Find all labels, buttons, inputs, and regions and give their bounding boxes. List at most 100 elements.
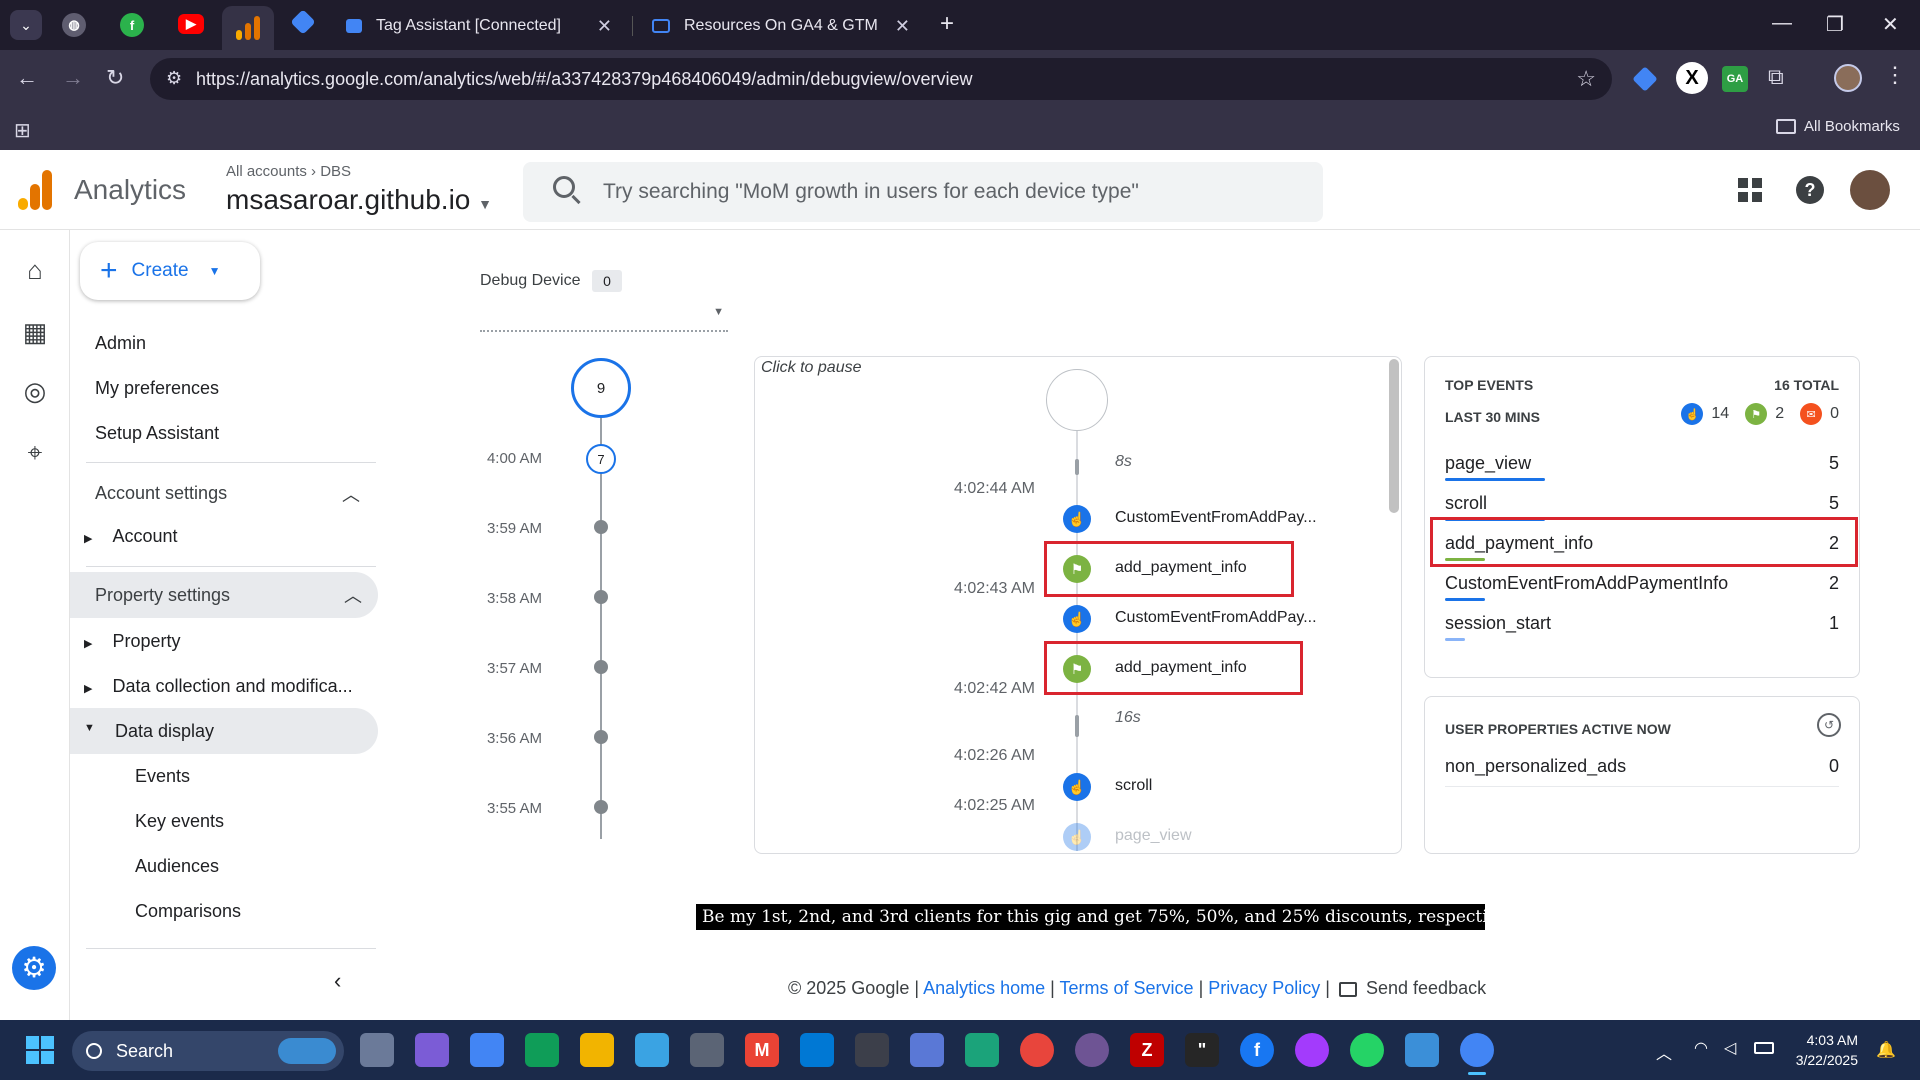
scrollbar-thumb[interactable] [1389,359,1399,513]
address-bar[interactable]: ⚙ https://analytics.google.com/analytics… [150,58,1612,100]
event-name[interactable]: add_payment_info [1115,659,1247,677]
quotes-app-icon[interactable]: " [1185,1033,1219,1067]
admin-gear-icon[interactable]: ⚙ [12,946,56,990]
vscode-icon[interactable] [800,1033,834,1067]
explore-icon[interactable]: ◎ [20,376,50,406]
minute-dot[interactable] [594,520,608,534]
chrome-active-icon[interactable] [1460,1033,1494,1067]
reports-icon[interactable]: ▦ [20,317,50,347]
close-icon[interactable]: ✕ [597,16,612,37]
feedly-icon[interactable]: f [120,13,144,37]
battery-icon[interactable] [1754,1042,1774,1054]
app-icon[interactable] [910,1033,944,1067]
nav-audiences[interactable]: Audiences [135,856,219,877]
nav-data-display[interactable]: ▼ Data display [70,708,378,754]
apps-icon[interactable] [1738,178,1762,202]
gmail-icon[interactable]: M [745,1033,779,1067]
sheets-icon[interactable] [525,1033,559,1067]
extensions-icon[interactable]: ⧉ [1768,64,1784,90]
tab-list-button[interactable]: ⌄ [10,10,42,40]
tab-analytics-active[interactable] [222,6,274,50]
minimize-icon[interactable]: — [1772,12,1792,35]
task-view-icon[interactable] [360,1033,394,1067]
breadcrumb-root[interactable]: All accounts [226,163,307,180]
clock[interactable]: 4:03 AM 3/22/2025 [1792,1030,1858,1070]
send-feedback-link[interactable]: Send feedback [1366,978,1486,998]
site-info-icon[interactable]: ⚙ [166,68,182,89]
minute-dot[interactable] [594,660,608,674]
create-button[interactable]: + Create ▼ [80,242,260,300]
debug-device-selector[interactable]: Debug Device 0 ▼ [480,270,728,332]
reload-icon[interactable]: ↻ [106,65,124,91]
github-icon[interactable] [1075,1033,1109,1067]
terms-link[interactable]: Terms of Service [1060,978,1194,998]
nav-account[interactable]: ▶ Account [84,526,178,547]
search-input[interactable]: Try searching "MoM growth in users for e… [523,162,1323,222]
taskbar-search[interactable]: Search [72,1031,344,1071]
top-event-row[interactable]: page_view 5 [1445,443,1839,483]
user-property-row[interactable]: non_personalized_ads 0 [1445,747,1839,787]
bookmark-star-icon[interactable]: ☆ [1576,66,1596,92]
nav-comparisons[interactable]: Comparisons [135,901,241,922]
minute-dot[interactable] [594,590,608,604]
account-avatar[interactable] [1850,170,1890,210]
windows-start-icon[interactable] [26,1036,54,1064]
messenger-icon[interactable] [1295,1033,1329,1067]
window-close-icon[interactable]: ✕ [1882,12,1899,37]
help-icon[interactable]: ? [1796,176,1824,204]
event-name[interactable]: CustomEventFromAddPay... [1115,609,1317,627]
breadcrumb[interactable]: All accounts › DBS [226,163,351,180]
pause-hint[interactable]: Click to pause [761,359,862,377]
nav-key-events[interactable]: Key events [135,811,224,832]
nav-admin[interactable]: Admin [95,333,146,354]
browser-menu-icon[interactable]: ⋮ [1884,62,1906,88]
filezilla-icon[interactable]: Z [1130,1033,1164,1067]
tab-resources[interactable]: Resources On GA4 & GTM ✕ [640,8,922,44]
new-tab-button[interactable]: + [940,10,954,38]
nav-data-collection[interactable]: ▶ Data collection and modifica... [84,676,353,697]
event-name[interactable]: CustomEventFromAddPay... [1115,509,1317,527]
top-event-row[interactable]: CustomEventFromAddPaymentInfo 2 [1445,563,1839,603]
ga4-extension-icon[interactable]: GA [1722,66,1748,92]
all-bookmarks-folder[interactable]: All Bookmarks [1776,118,1900,135]
current-minute-bubble[interactable]: 9 [571,358,631,418]
nav-events[interactable]: Events [135,766,190,787]
chrome-icon[interactable] [1020,1033,1054,1067]
gtm-icon[interactable] [290,9,316,35]
seconds-stream-panel[interactable]: Click to pause 8s 4:02:44 AM ☝ CustomEve… [754,356,1402,854]
event-name[interactable]: page_view [1115,827,1192,845]
youtube-icon[interactable]: ▶ [178,14,204,34]
account-settings-section[interactable]: Account settings ︿ [86,478,376,518]
privacy-link[interactable]: Privacy Policy [1208,978,1320,998]
calculator-icon[interactable] [690,1033,724,1067]
edge-icon[interactable] [965,1033,999,1067]
event-name[interactable]: add_payment_info [1115,559,1247,577]
analytics-logo-icon[interactable] [18,170,52,210]
facebook-icon[interactable]: f [1240,1033,1274,1067]
nav-setup-assistant[interactable]: Setup Assistant [95,423,219,444]
property-selector[interactable]: msasaroar.github.io ▼ [226,184,492,216]
restore-icon[interactable]: ❐ [1826,12,1844,37]
apps-grid-icon[interactable]: ⊞ [14,118,31,143]
whatsapp-icon[interactable] [1350,1033,1384,1067]
globe-icon[interactable]: ◍ [62,13,86,37]
wifi-icon[interactable]: ◠ [1694,1038,1708,1058]
docs-icon[interactable] [470,1033,504,1067]
volume-icon[interactable]: ◁ [1724,1038,1736,1058]
profile-avatar[interactable] [1834,64,1862,92]
top-event-row[interactable]: session_start 1 [1445,603,1839,643]
notepad-icon[interactable] [1405,1033,1439,1067]
nav-my-preferences[interactable]: My preferences [95,378,219,399]
collapse-nav-icon[interactable]: ‹ [334,968,341,994]
chevron-up-icon[interactable]: ︿ [1656,1040,1672,1064]
minute-dot[interactable] [594,730,608,744]
forward-icon[interactable]: → [62,65,84,91]
minute-bubble[interactable]: 7 [586,444,616,474]
x-extension-icon[interactable]: X [1676,62,1708,94]
app-icon[interactable] [635,1033,669,1067]
back-icon[interactable]: ← [16,65,38,91]
nav-property[interactable]: ▶ Property [84,631,181,652]
breadcrumb-account[interactable]: DBS [320,163,351,180]
event-name[interactable]: scroll [1115,777,1152,795]
notification-bell-icon[interactable]: 🔔 [1876,1040,1896,1060]
